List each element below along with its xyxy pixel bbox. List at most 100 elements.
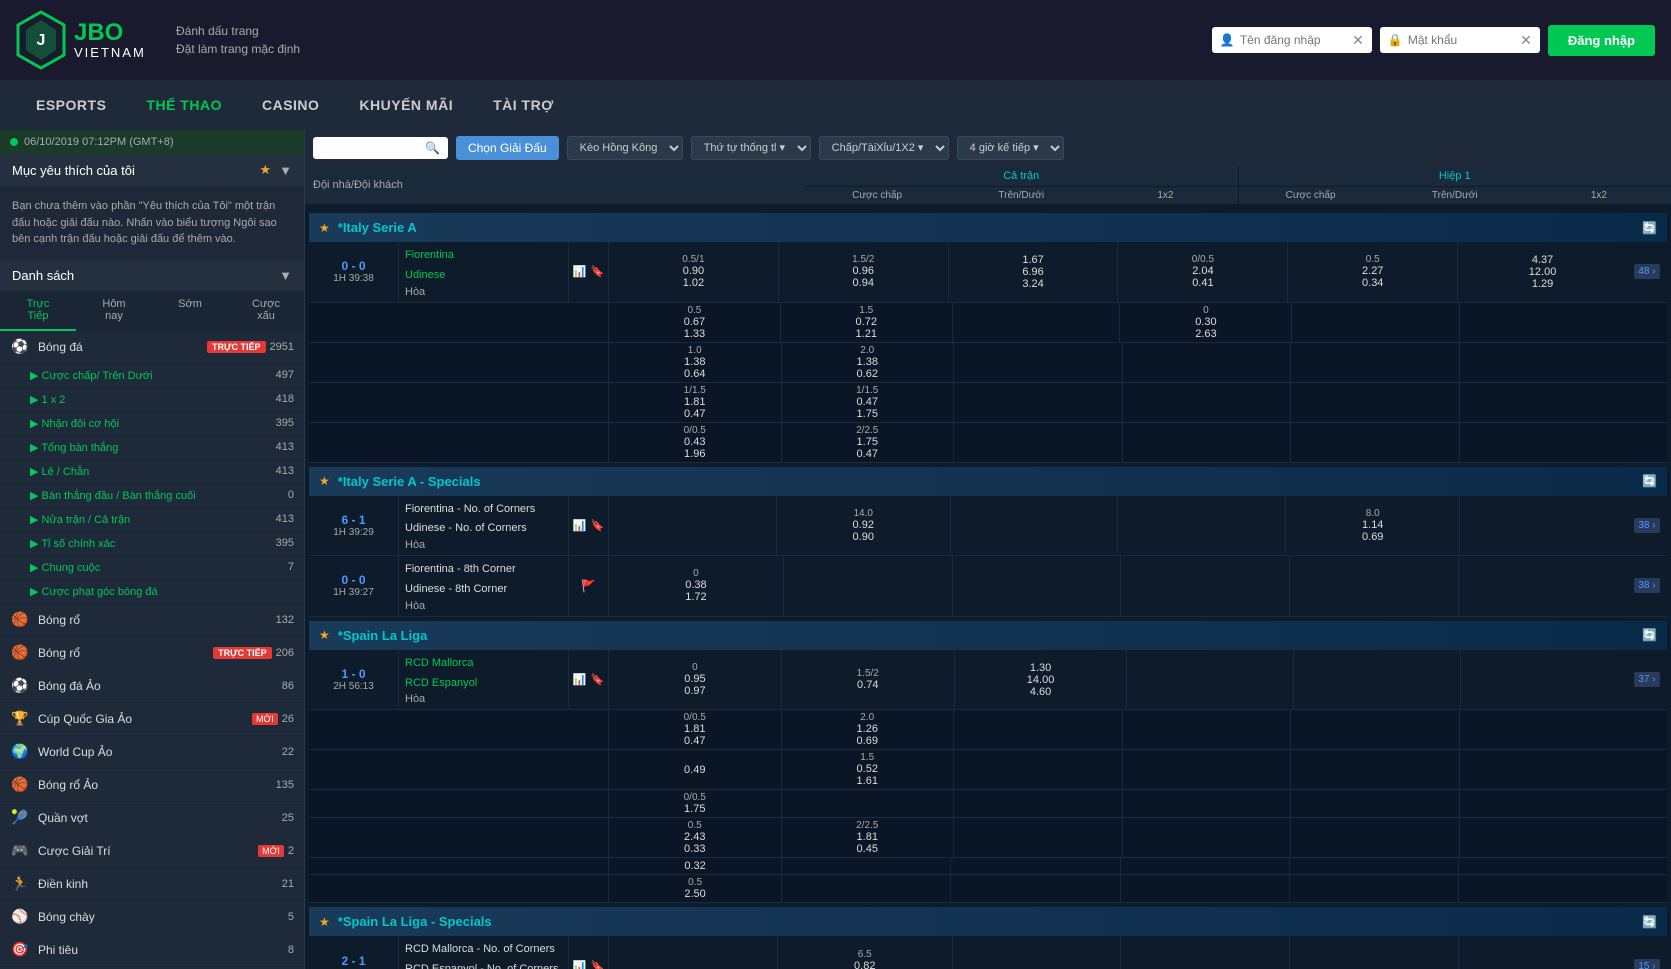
- sub-tong-ban-thang[interactable]: ▶ Tổng bàn thắng 413: [0, 436, 304, 460]
- nav-khuyen-mai[interactable]: KHUYẾN MÃI: [339, 83, 473, 127]
- chap-select[interactable]: Chấp/TàiXỉu/1X2 ▾: [819, 136, 949, 160]
- odds-val[interactable]: 1.81: [857, 831, 878, 843]
- danh-sach-chevron[interactable]: ▼: [279, 268, 292, 283]
- sub-nhan-doi[interactable]: ▶ Nhận đôi cơ hội 395: [0, 412, 304, 436]
- spain-star-icon[interactable]: ★: [319, 628, 330, 642]
- nav-esports[interactable]: ESPORTS: [16, 83, 126, 127]
- more-button-fiorentina[interactable]: 48 ›: [1634, 264, 1659, 279]
- username-clear-icon[interactable]: ✕: [1352, 32, 1364, 49]
- team-fiorentina[interactable]: Fiorentina: [405, 246, 562, 266]
- sub-cuoc-chap[interactable]: ▶ Cược chấp/ Trên Dưới 497: [0, 364, 304, 388]
- sport-phi-tieu[interactable]: 🎯 Phi tiêu 8: [0, 934, 304, 967]
- nav-the-thao[interactable]: THỂ THAO: [126, 83, 242, 127]
- odds-val[interactable]: 0.47: [684, 408, 705, 420]
- odds-val[interactable]: 1.81: [684, 396, 705, 408]
- odds-val[interactable]: 0.72: [856, 316, 877, 328]
- sub-ti-so[interactable]: ▶ Tỉ số chính xác 395: [0, 532, 304, 556]
- odds-val[interactable]: 0.69: [857, 735, 878, 747]
- odds-val[interactable]: 0.41: [1192, 277, 1213, 289]
- tab-hom-nay[interactable]: Hômnay: [76, 291, 152, 331]
- odds-val[interactable]: 0.95: [684, 673, 705, 685]
- odds-val[interactable]: 0.30: [1195, 316, 1216, 328]
- odds-val[interactable]: 3.24: [1022, 278, 1043, 290]
- odds-val[interactable]: 0.92: [853, 519, 874, 531]
- odds-val[interactable]: 1.67: [1022, 254, 1043, 266]
- stats3-icon[interactable]: 📊: [573, 673, 587, 686]
- odds-val[interactable]: 0.34: [1362, 277, 1383, 289]
- sub-le-chan[interactable]: ▶ Lẻ / Chẵn 413: [0, 460, 304, 484]
- odds-val[interactable]: 6.96: [1022, 266, 1043, 278]
- stats-icon[interactable]: 📊: [573, 265, 587, 278]
- sport-bong-ro[interactable]: 🏀 Bóng rổ 132: [0, 604, 304, 637]
- spain-specials-star-icon[interactable]: ★: [319, 915, 330, 929]
- team-udinese[interactable]: Udinese: [405, 266, 562, 286]
- odds-val[interactable]: 1.75: [857, 408, 878, 420]
- odds-val[interactable]: 4.60: [1030, 686, 1051, 698]
- odds-val[interactable]: 0.33: [684, 843, 705, 855]
- spain-specials-refresh-icon[interactable]: 🔄: [1642, 915, 1657, 929]
- odds-val[interactable]: 1.14: [1362, 519, 1383, 531]
- odds-val[interactable]: 0.97: [684, 685, 705, 697]
- italy-star-icon[interactable]: ★: [319, 221, 330, 235]
- sub-1x2[interactable]: ▶ 1 x 2 418: [0, 388, 304, 412]
- odds-val[interactable]: 0.52: [857, 763, 878, 775]
- sport-bong-da[interactable]: ⚽ Bóng đá TRỰC TIẾP 2951: [0, 331, 304, 364]
- more-button-mallorca-corners[interactable]: 15 ›: [1634, 959, 1659, 969]
- sub-ban-thang-dau[interactable]: ▶ Bàn thắng đầu / Bàn thắng cuối 0: [0, 484, 304, 508]
- odds-val[interactable]: 1.33: [684, 328, 705, 340]
- nav-casino[interactable]: CASINO: [242, 83, 339, 127]
- tab-truc-tiep[interactable]: TrựcTiếp: [0, 291, 76, 331]
- sport-bong-ro-live[interactable]: 🏀 Bóng rổ TRỰC TIẾP 206: [0, 637, 304, 670]
- spain-refresh-icon[interactable]: 🔄: [1642, 628, 1657, 642]
- odds-val[interactable]: 1.26: [857, 723, 878, 735]
- stats2-icon[interactable]: 📊: [573, 519, 587, 532]
- italy-specials-refresh-icon[interactable]: 🔄: [1642, 474, 1657, 488]
- star-icon[interactable]: ★: [259, 162, 271, 178]
- odds-val[interactable]: 1.38: [857, 356, 878, 368]
- odds-val[interactable]: 1.75: [857, 436, 878, 448]
- odds-val[interactable]: 0.90: [853, 531, 874, 543]
- login-button[interactable]: Đăng nhập: [1548, 25, 1655, 56]
- odds-val[interactable]: 1.81: [684, 723, 705, 735]
- italy-refresh-icon[interactable]: 🔄: [1642, 221, 1657, 235]
- italy-specials-star-icon[interactable]: ★: [319, 474, 330, 488]
- odds-val[interactable]: 1.29: [1532, 278, 1553, 290]
- more-button-8th[interactable]: 38 ›: [1634, 578, 1659, 593]
- stats4-icon[interactable]: 📊: [573, 960, 587, 969]
- bookmark4-icon[interactable]: 🔖: [591, 960, 605, 969]
- flag-icon[interactable]: 🚩: [581, 579, 596, 593]
- odds-val[interactable]: 2.50: [684, 888, 705, 900]
- odds-val[interactable]: 0.94: [853, 277, 874, 289]
- password-input[interactable]: [1380, 27, 1540, 53]
- bookmark3-icon[interactable]: 🔖: [591, 673, 605, 686]
- sport-bong-ro-ao[interactable]: 🏀 Bóng rổ Ảo 135: [0, 769, 304, 802]
- odds-val[interactable]: 12.00: [1529, 266, 1557, 278]
- odds-val[interactable]: 0.90: [683, 265, 704, 277]
- tab-cuoc-xau[interactable]: Cượcxấu: [228, 291, 304, 331]
- odds-val[interactable]: 4.37: [1532, 254, 1553, 266]
- odds-val[interactable]: 0.43: [684, 436, 705, 448]
- odds-val[interactable]: 2.43: [684, 831, 705, 843]
- sport-cuoc-giai-tri[interactable]: 🎮 Cược Giải Trí MỚI 2: [0, 835, 304, 868]
- team-espanyol[interactable]: RCD Espanyol: [405, 674, 562, 694]
- time-select[interactable]: 4 giờ kế tiếp ▾: [957, 136, 1064, 160]
- nav-tai-tro[interactable]: TÀI TRỢ: [473, 83, 574, 127]
- odds-val[interactable]: 0.38: [685, 579, 706, 591]
- odds-val[interactable]: 2.63: [1195, 328, 1216, 340]
- odds-val[interactable]: 1.21: [856, 328, 877, 340]
- odds-val[interactable]: 1.72: [685, 591, 706, 603]
- odds-val[interactable]: 0.96: [853, 265, 874, 277]
- sport-cup-quoc-gia-ao[interactable]: 🏆 Cúp Quốc Gia Ảo MỚI 26: [0, 703, 304, 736]
- odds-val[interactable]: 14.00: [1027, 674, 1055, 686]
- sport-world-cup-ao[interactable]: 🌍 World Cup Ảo 22: [0, 736, 304, 769]
- odds-val[interactable]: 2.04: [1192, 265, 1213, 277]
- sub-nua-tran[interactable]: ▶ Nửa trận / Cả trận 413: [0, 508, 304, 532]
- odds-val[interactable]: 1.75: [684, 803, 705, 815]
- search-input[interactable]: [321, 141, 421, 155]
- odds-val[interactable]: 0.64: [684, 368, 705, 380]
- odds-val[interactable]: 0.47: [857, 448, 878, 460]
- odds-val[interactable]: 1.96: [684, 448, 705, 460]
- sport-bong-chay[interactable]: ⚾ Bóng chày 5: [0, 901, 304, 934]
- more-button-mallorca[interactable]: 37 ›: [1634, 672, 1659, 687]
- bookmark-icon[interactable]: 🔖: [591, 265, 605, 278]
